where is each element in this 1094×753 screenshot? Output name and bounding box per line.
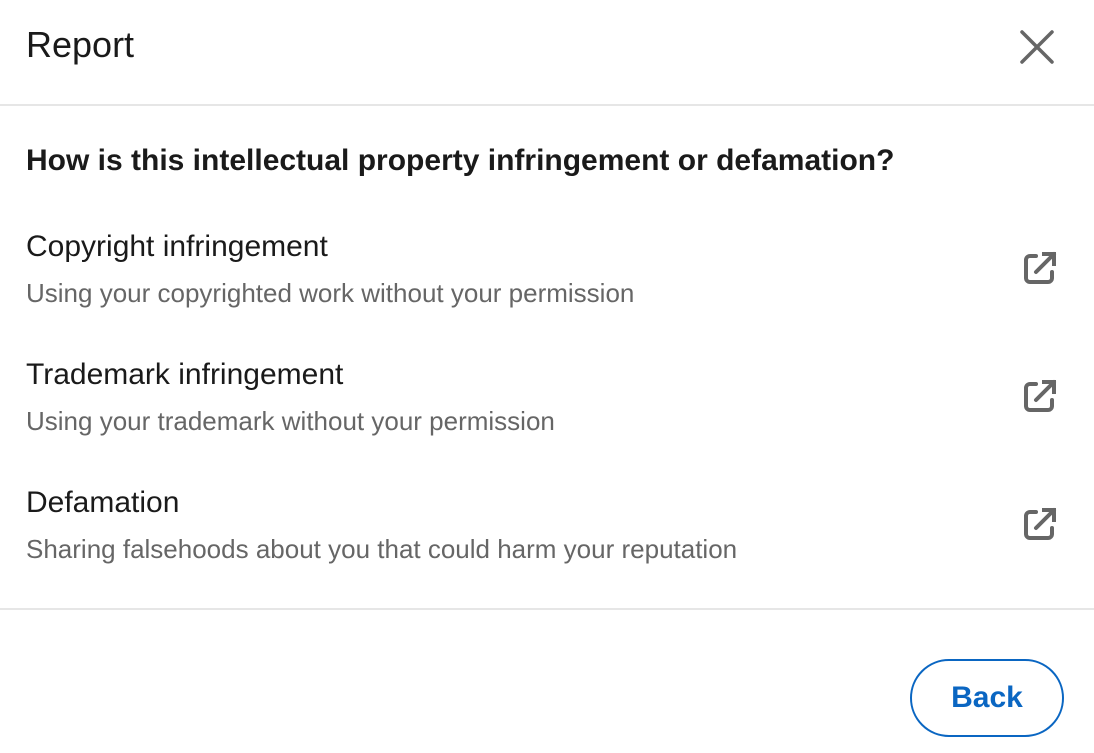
option-title: Copyright infringement: [26, 230, 328, 263]
option-description: Using your copyrighted work without your…: [26, 278, 635, 308]
question-heading: How is this intellectual property infrin…: [26, 144, 895, 177]
external-link-icon: [1024, 380, 1056, 412]
dialog-title: Report: [26, 24, 135, 65]
option-description: Sharing falsehoods about you that could …: [26, 534, 738, 564]
dialog-header: Report: [0, 0, 1094, 106]
option-copyright-infringement[interactable]: Copyright infringement Using your copyri…: [0, 230, 1094, 340]
close-button[interactable]: [1014, 24, 1060, 70]
option-trademark-infringement[interactable]: Trademark infringement Using your tradem…: [0, 358, 1094, 468]
external-link-icon: [1024, 252, 1056, 284]
option-title: Defamation: [26, 486, 180, 519]
footer-divider: [0, 608, 1094, 610]
option-description: Using your trademark without your permis…: [26, 406, 555, 436]
external-link-icon: [1024, 508, 1056, 540]
close-icon: [1020, 30, 1054, 64]
back-button[interactable]: Back: [910, 659, 1064, 737]
option-defamation[interactable]: Defamation Sharing falsehoods about you …: [0, 486, 1094, 596]
option-title: Trademark infringement: [26, 358, 344, 391]
